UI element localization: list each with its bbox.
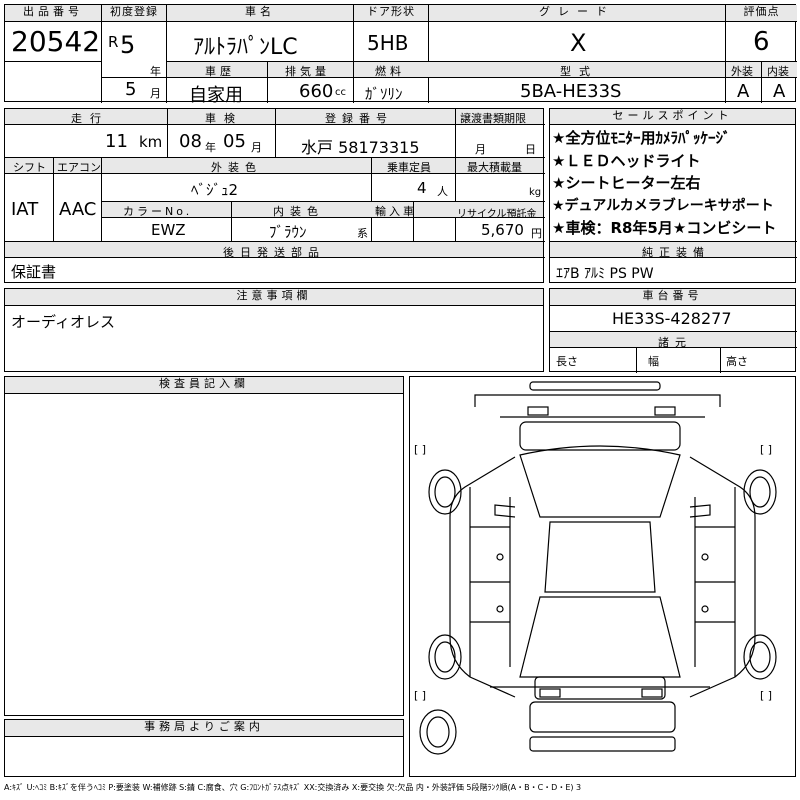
- chassis-number: HE33S-428277: [612, 309, 732, 328]
- load-unit: kg: [529, 187, 542, 198]
- fuel-label: 燃料: [375, 65, 405, 78]
- type-value: 5BA-HE33S: [520, 81, 622, 102]
- recycle-unit: 円: [531, 227, 542, 240]
- recycle-label: リサイクル預託金: [457, 209, 537, 220]
- sales-point: ★ＬＥＤヘッドライト: [552, 151, 701, 170]
- color-label: 外装色: [211, 161, 262, 174]
- notes-text: オーディオレス: [11, 313, 115, 331]
- notes-box: 注意事項欄 オーディオレス: [4, 288, 544, 372]
- model-name: ｱﾙﾄﾗﾊﾟﾝLC: [193, 35, 298, 60]
- insp-month: 05: [223, 131, 246, 152]
- score-value: 6: [753, 27, 770, 57]
- month-unit: 月: [150, 87, 161, 100]
- grade-value: X: [570, 29, 587, 57]
- insp-year: 08: [179, 131, 202, 152]
- sales-label: セールスポイント: [550, 109, 795, 125]
- model-label: 車名: [167, 5, 353, 22]
- header-box: 出品番号 20542 初度登録 R 5 年 5 月 車名 ｱﾙﾄﾗﾊﾟﾝLC ド…: [4, 4, 797, 106]
- transfer-month: 月: [475, 143, 486, 156]
- sales-points-box: セールスポイント ★全方位ﾓﾆﾀｰ用ｶﾒﾗﾊﾟｯｹｰｼﾞ ★ＬＥＤヘッドライト …: [549, 108, 797, 283]
- history-value: 自家用: [189, 85, 243, 106]
- width-label: 幅: [648, 355, 659, 368]
- mileage-unit: km: [139, 133, 163, 151]
- plate-value: 水戸 58173315: [301, 138, 420, 157]
- equip-label: 純正装備: [642, 246, 710, 259]
- first-reg-label: 初度登録: [102, 5, 166, 22]
- sales-points-list: ★全方位ﾓﾆﾀｰ用ｶﾒﾗﾊﾟｯｹｰｼﾞ ★ＬＥＤヘッドライト ★シートヒーター左…: [552, 127, 795, 240]
- door-label: ドア形状: [354, 5, 428, 22]
- bracket-fr: [ ]: [760, 443, 773, 456]
- notes-label: 注意事項欄: [5, 289, 543, 306]
- capacity-label: 乗車定員: [387, 161, 431, 174]
- ac-value: AAC: [59, 199, 97, 220]
- later-parts-value: 保証書: [11, 263, 57, 281]
- sales-point: ★車検：R8年5月★コンビシート: [552, 219, 777, 237]
- chassis-label: 車台番号: [550, 289, 795, 306]
- sales-point: ★デュアルカメラブレーキサポート: [552, 197, 774, 214]
- color-no-value: EWZ: [151, 221, 186, 239]
- score-label: 評価点: [726, 5, 797, 22]
- interior-color-value: ﾌﾞﾗｳﾝ: [269, 223, 307, 241]
- bracket-rl: [ ]: [414, 689, 427, 702]
- inspector-label: 検査員記入欄: [5, 377, 403, 394]
- sales-point: ★シートヒーター左右: [552, 174, 701, 192]
- disp-unit: cc: [335, 87, 346, 98]
- insp-month-unit: 月: [251, 141, 262, 154]
- inspection-label: 車検: [205, 112, 243, 125]
- fuel-value: ｶﾞｿﾘﾝ: [365, 85, 403, 103]
- history-label: 車歴: [205, 65, 235, 78]
- later-parts-label: 後日発送部品: [223, 246, 325, 259]
- door-type: 5HB: [367, 31, 409, 55]
- int-grade: A: [773, 81, 786, 102]
- lot-number: 20542: [11, 25, 101, 58]
- shift-label: シフト: [13, 161, 46, 174]
- length-label: 長さ: [556, 355, 578, 368]
- ac-label: エアコン: [57, 161, 101, 174]
- car-diagram: [419, 381, 777, 755]
- ext-label: 外装: [731, 65, 753, 78]
- disp-value: 660: [299, 81, 334, 102]
- transfer-label: 譲渡書類期限: [460, 112, 526, 125]
- interior-color-label: 内装色: [273, 205, 324, 218]
- int-label: 内装: [767, 65, 789, 78]
- plate-label: 登録番号: [325, 112, 393, 125]
- grade-label: グレード: [429, 5, 725, 22]
- import-label: 輸入車: [375, 205, 417, 218]
- shift-value: IAT: [11, 199, 39, 220]
- sales-point: ★全方位ﾓﾆﾀｰ用ｶﾒﾗﾊﾟｯｹｰｼﾞ: [552, 129, 731, 147]
- dims-label: 諸元: [658, 336, 692, 349]
- bracket-fl: [ ]: [414, 443, 427, 456]
- disp-label: 排気量: [285, 65, 330, 78]
- reg-year: 5: [120, 31, 136, 59]
- load-label: 最大積載量: [467, 161, 522, 174]
- type-label: 型式: [560, 65, 598, 78]
- color-value: ﾍﾞｼﾞｭ2: [191, 181, 239, 199]
- height-label: 高さ: [726, 355, 748, 368]
- insp-year-unit: 年: [205, 141, 216, 154]
- color-no-label: カラーNo.: [123, 205, 193, 218]
- reg-month: 5: [125, 79, 137, 100]
- capacity-value: 4: [417, 179, 427, 197]
- interior-color-suffix: 系: [357, 227, 368, 240]
- chassis-box: 車台番号 HE33S-428277 諸元 長さ 幅 高さ: [549, 288, 797, 373]
- office-label: 事務局よりご案内: [5, 720, 403, 737]
- mileage-value: 11: [105, 131, 128, 152]
- ext-grade: A: [737, 81, 750, 102]
- inspector-box: 検査員記入欄: [4, 376, 404, 716]
- equip-value: ｴｱB ｱﾙﾐ PS PW: [556, 266, 654, 282]
- mileage-label: 走行: [71, 112, 109, 125]
- car-diagram-box: [ ] [ ] [ ] [ ]: [409, 376, 796, 777]
- capacity-unit: 人: [437, 185, 448, 198]
- vehicle-info-box: 走行 11 km 車検 08 年 05 月 登録番号 水戸 58173315 譲…: [4, 108, 545, 283]
- era: R: [108, 33, 119, 51]
- office-box: 事務局よりご案内: [4, 719, 404, 777]
- recycle-value: 5,670: [481, 221, 524, 239]
- lot-label: 出品番号: [5, 5, 101, 22]
- bracket-rr: [ ]: [760, 689, 773, 702]
- legend: A:ｷｽﾞ U:ﾍｺﾐ B:ｷｽﾞを伴うﾍｺﾐ P:要塗装 W:補修跡 S:錆 …: [4, 783, 582, 792]
- transfer-day: 日: [525, 143, 536, 156]
